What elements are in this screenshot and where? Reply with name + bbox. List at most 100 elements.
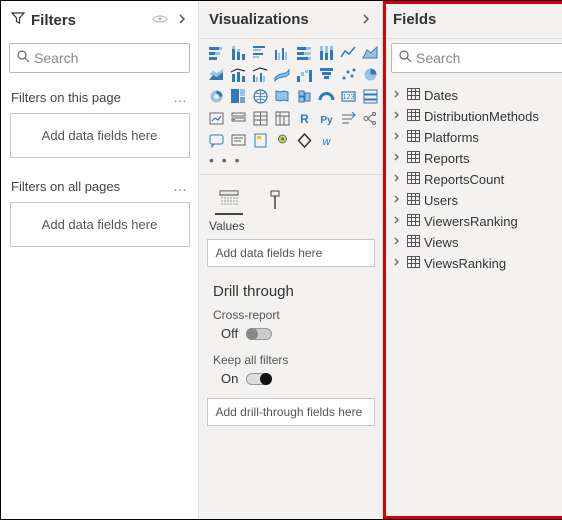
- area-chart-icon[interactable]: [361, 43, 380, 62]
- keep-filters-state: On: [221, 371, 238, 386]
- shape-map-icon[interactable]: [295, 87, 314, 106]
- filters-on-all-pages-label: Filters on all pages: [11, 179, 120, 194]
- card-icon[interactable]: 123: [339, 87, 358, 106]
- field-table-name: Platforms: [424, 130, 479, 145]
- python-visual-icon[interactable]: Py: [317, 109, 336, 128]
- fields-panel: Fields Dates DistributionMethods Platforms…: [383, 1, 562, 519]
- field-table-row[interactable]: Reports: [383, 148, 562, 169]
- svg-text:R: R: [300, 112, 309, 126]
- stacked-column-chart-icon[interactable]: [229, 43, 248, 62]
- collapse-visualizations-icon[interactable]: [358, 13, 374, 27]
- multi-row-card-icon[interactable]: [361, 87, 380, 106]
- fields-search-input[interactable]: [391, 43, 562, 73]
- gauge-icon[interactable]: [317, 87, 336, 106]
- field-table-name: Views: [424, 235, 458, 250]
- stacked-bar-chart-icon[interactable]: [207, 43, 226, 62]
- line-chart-icon[interactable]: [339, 43, 358, 62]
- visualization-palette: 123 R Py w: [199, 39, 382, 152]
- table-icon: [407, 88, 420, 103]
- map-icon[interactable]: [251, 87, 270, 106]
- field-table-row[interactable]: ViewersRanking: [383, 211, 562, 232]
- svg-text:Py: Py: [320, 115, 333, 126]
- arcgis-map-icon[interactable]: [273, 131, 292, 150]
- values-label: Values: [199, 217, 382, 235]
- more-options-icon[interactable]: …: [173, 178, 188, 194]
- filters-search-input[interactable]: [9, 43, 190, 73]
- field-table-name: Users: [424, 193, 458, 208]
- filters-on-all-pages-dropzone[interactable]: Add data fields here: [10, 202, 190, 247]
- more-visuals-icon[interactable]: • • •: [199, 152, 382, 170]
- hundred-percent-column-icon[interactable]: [317, 43, 336, 62]
- decomposition-tree-icon[interactable]: [361, 109, 380, 128]
- drill-through-header: Drill through: [199, 275, 382, 304]
- smart-narrative-icon[interactable]: [229, 131, 248, 150]
- scatter-chart-icon[interactable]: [339, 65, 358, 84]
- field-table-row[interactable]: Dates: [383, 85, 562, 106]
- field-table-row[interactable]: Users: [383, 190, 562, 211]
- field-table-name: Reports: [424, 151, 470, 166]
- filters-on-page-dropzone[interactable]: Add data fields here: [10, 113, 190, 158]
- paginated-report-icon[interactable]: [251, 131, 270, 150]
- slicer-icon[interactable]: [229, 109, 248, 128]
- clustered-bar-chart-icon[interactable]: [251, 43, 270, 62]
- more-options-icon[interactable]: …: [173, 89, 188, 105]
- field-table-name: DistributionMethods: [424, 109, 539, 124]
- field-table-row[interactable]: ReportsCount: [383, 169, 562, 190]
- key-influencers-icon[interactable]: [339, 109, 358, 128]
- field-table-row[interactable]: Platforms: [383, 127, 562, 148]
- fields-title: Fields: [393, 11, 562, 28]
- power-apps-icon[interactable]: [295, 131, 314, 150]
- pie-chart-icon[interactable]: [361, 65, 380, 84]
- filled-map-icon[interactable]: [273, 87, 292, 106]
- field-format-analytics-tabs: [199, 174, 382, 217]
- field-table-name: Dates: [424, 88, 458, 103]
- hundred-percent-bar-icon[interactable]: [295, 43, 314, 62]
- line-and-clustered-column-icon[interactable]: [251, 65, 270, 84]
- field-table-row[interactable]: DistributionMethods: [383, 106, 562, 127]
- r-visual-icon[interactable]: R: [295, 109, 314, 128]
- table-icon[interactable]: [251, 109, 270, 128]
- filters-header: Filters: [1, 1, 198, 39]
- drill-through-dropzone[interactable]: Add drill-through fields here: [207, 398, 375, 426]
- keep-filters-toggle[interactable]: [246, 373, 272, 385]
- donut-chart-icon[interactable]: [207, 87, 226, 106]
- visualizations-panel: Visualizations: [199, 1, 383, 519]
- visualizations-header: Visualizations: [199, 1, 382, 39]
- chevron-right-icon: [393, 153, 403, 164]
- cross-report-toggle[interactable]: [246, 328, 272, 340]
- chevron-right-icon: [393, 216, 403, 227]
- keep-filters-label: Keep all filters: [199, 349, 382, 367]
- field-table-name: ReportsCount: [424, 172, 504, 187]
- format-tab-icon[interactable]: [261, 185, 289, 215]
- chevron-right-icon: [393, 132, 403, 143]
- fields-list: Dates DistributionMethods Platforms Reports…: [383, 83, 562, 276]
- clustered-column-chart-icon[interactable]: [273, 43, 292, 62]
- field-table-row[interactable]: Views: [383, 232, 562, 253]
- funnel-icon: [11, 11, 25, 29]
- values-dropzone[interactable]: Add data fields here: [207, 239, 375, 267]
- filters-on-page-section: Filters on this page …: [1, 83, 198, 109]
- field-table-name: ViewersRanking: [424, 214, 518, 229]
- waterfall-chart-icon[interactable]: [295, 65, 314, 84]
- field-table-row[interactable]: ViewsRanking: [383, 253, 562, 274]
- fields-tab-icon[interactable]: [215, 185, 243, 215]
- svg-text:123: 123: [343, 94, 355, 101]
- collapse-filters-icon[interactable]: [174, 13, 190, 27]
- funnel-chart-icon[interactable]: [317, 65, 336, 84]
- matrix-icon[interactable]: [273, 109, 292, 128]
- qa-visual-icon[interactable]: [207, 131, 226, 150]
- field-table-name: ViewsRanking: [424, 256, 506, 271]
- kpi-icon[interactable]: [207, 109, 226, 128]
- table-icon: [407, 109, 420, 124]
- table-icon: [407, 193, 420, 208]
- table-icon: [407, 172, 420, 187]
- cross-report-label: Cross-report: [199, 304, 382, 322]
- table-icon: [407, 214, 420, 229]
- cross-report-state: Off: [221, 326, 238, 341]
- ribbon-chart-icon[interactable]: [273, 65, 292, 84]
- show-hide-icon[interactable]: [152, 12, 168, 29]
- treemap-icon[interactable]: [229, 87, 248, 106]
- line-and-stacked-column-icon[interactable]: [229, 65, 248, 84]
- power-automate-icon[interactable]: w: [317, 131, 336, 150]
- stacked-area-chart-icon[interactable]: [207, 65, 226, 84]
